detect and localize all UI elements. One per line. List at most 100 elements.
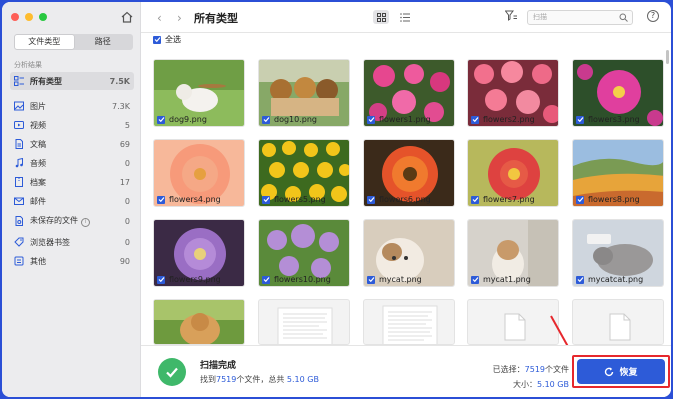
bookmark-icon [14, 237, 24, 247]
file-item-caption[interactable]: flowers8.png [576, 195, 640, 204]
scrollbar-thumb[interactable] [666, 50, 669, 64]
select-all-label: 全选 [165, 35, 181, 44]
recover-button[interactable]: 恢复 [577, 359, 665, 384]
file-item-caption[interactable]: flowers4.png [157, 195, 221, 204]
status-bar: 扫描完成 找到7519个文件，总共 5.10 GB 已选择：7519个文件 大小… [141, 345, 671, 397]
checkbox-icon[interactable] [367, 195, 375, 204]
sidebar-item-label: 浏览器书签 [30, 237, 70, 247]
sidebar-item-audio[interactable]: 音频 0 [10, 154, 134, 172]
file-item-caption[interactable]: flowers1.png [367, 115, 431, 124]
file-thumbnail[interactable] [153, 299, 245, 345]
checkbox-icon[interactable] [262, 115, 270, 124]
video-icon [14, 120, 24, 130]
close-window-button[interactable] [11, 13, 19, 21]
checkbox-icon[interactable] [157, 195, 165, 204]
found-size: 5.10 GB [286, 375, 319, 384]
file-name: flowers2.png [483, 115, 535, 124]
grid-view-icon[interactable] [373, 10, 389, 24]
checkbox-icon[interactable] [157, 115, 165, 124]
file-name: mycatcat.png [588, 275, 644, 284]
file-item-caption[interactable]: flowers7.png [471, 195, 535, 204]
sidebar-item-label: 其他 [30, 256, 46, 266]
file-name: flowers5.png [274, 195, 326, 204]
sidebar-item-browser-bookmarks[interactable]: 浏览器书签 0 [10, 233, 134, 251]
home-icon[interactable] [120, 10, 134, 24]
tab-file-type[interactable]: 文件类型 [15, 35, 74, 49]
file-item-caption[interactable]: mycat1.png [471, 275, 531, 284]
checkbox-icon [153, 35, 161, 44]
file-name: flowers6.png [379, 195, 431, 204]
file-name: flowers3.png [588, 115, 640, 124]
sidebar-item-mail[interactable]: 邮件 0 [10, 192, 134, 210]
checkbox-icon[interactable] [471, 195, 479, 204]
minimize-window-button[interactable] [25, 13, 33, 21]
sidebar-item-unsaved-files[interactable]: 未保存的文件 i 0 [10, 212, 134, 230]
file-name: mycat.png [379, 275, 422, 284]
sidebar-view-switch: 文件类型 路径 [14, 34, 133, 50]
tab-path[interactable]: 路径 [74, 35, 133, 49]
file-item-caption[interactable]: mycatcat.png [576, 275, 643, 284]
select-all-checkbox[interactable]: 全选 [153, 34, 181, 45]
sidebar-item-images[interactable]: 图片 7.3K [10, 97, 134, 115]
checkbox-icon[interactable] [576, 275, 584, 284]
file-name: flowers7.png [483, 195, 535, 204]
file-item-caption[interactable]: dog9.png [157, 115, 207, 124]
list-view-icon[interactable] [397, 10, 413, 24]
help-icon[interactable]: ? [647, 10, 659, 22]
checkbox-icon[interactable] [367, 275, 375, 284]
file-name: flowers9.png [169, 275, 221, 284]
sidebar-item-label: 未保存的文件 i [30, 215, 125, 227]
sidebar-item-label: 音频 [30, 158, 46, 168]
sidebar-item-label: 邮件 [30, 196, 46, 206]
page-title: 所有类型 [194, 12, 238, 25]
sidebar-item-label: 文稿 [30, 139, 46, 149]
sidebar-item-label: 档案 [30, 177, 46, 187]
document-thumbnail[interactable] [258, 299, 350, 345]
search-placeholder: 扫描 [533, 13, 547, 21]
sidebar-item-count: 0 [124, 196, 130, 206]
document-thumbnail[interactable] [363, 299, 455, 345]
file-placeholder-thumbnail[interactable] [572, 299, 664, 345]
zoom-window-button[interactable] [39, 13, 47, 21]
sidebar-item-count: 90 [119, 256, 130, 266]
sidebar-item-all-types[interactable]: 所有类型 7.5K [10, 72, 134, 90]
checkbox-icon[interactable] [262, 275, 270, 284]
file-item-caption[interactable]: flowers5.png [262, 195, 326, 204]
file-placeholder-thumbnail[interactable] [467, 299, 559, 345]
sidebar-item-count: 5 [124, 120, 130, 130]
sidebar-item-video[interactable]: 视频 5 [10, 116, 134, 134]
file-item-caption[interactable]: flowers2.png [471, 115, 535, 124]
other-icon [14, 256, 24, 266]
file-item-caption[interactable]: flowers10.png [262, 275, 331, 284]
checkbox-icon[interactable] [471, 115, 479, 124]
checkbox-icon[interactable] [471, 275, 479, 284]
info-icon: i [81, 218, 90, 227]
sidebar-item-other[interactable]: 其他 90 [10, 252, 134, 270]
file-name: flowers1.png [379, 115, 431, 124]
success-check-icon [158, 358, 186, 386]
checkbox-icon[interactable] [576, 195, 584, 204]
file-item-caption[interactable]: mycat.png [367, 275, 422, 284]
sidebar-item-count: 0 [124, 158, 130, 168]
checkbox-icon[interactable] [367, 115, 375, 124]
file-item-caption[interactable]: flowers6.png [367, 195, 431, 204]
sidebar-item-archives[interactable]: 档案 17 [10, 173, 134, 191]
file-item-caption[interactable]: flowers3.png [576, 115, 640, 124]
archive-icon [14, 177, 24, 187]
search-input[interactable]: 扫描 [527, 10, 633, 25]
file-item-caption[interactable]: dog10.png [262, 115, 317, 124]
refresh-icon [605, 367, 614, 376]
selected-size: 5.10 GB [536, 380, 569, 389]
checkbox-icon[interactable] [262, 195, 270, 204]
file-item-caption[interactable]: flowers9.png [157, 275, 221, 284]
checkbox-icon[interactable] [576, 115, 584, 124]
sidebar-item-label: 所有类型 [30, 76, 62, 86]
sidebar-item-documents[interactable]: 文稿 69 [10, 135, 134, 153]
selected-count: 7519 [524, 365, 545, 374]
checkbox-icon[interactable] [157, 275, 165, 284]
sidebar-item-count: 17 [119, 177, 130, 187]
app-window: 文件类型 路径 分析结果 所有类型 7.5K 图片 7.3K 视频 5 文稿 6… [2, 2, 671, 397]
back-arrow-icon[interactable]: ‹ [157, 11, 162, 25]
filter-icon[interactable] [504, 10, 519, 24]
forward-arrow-icon[interactable]: › [177, 11, 182, 25]
